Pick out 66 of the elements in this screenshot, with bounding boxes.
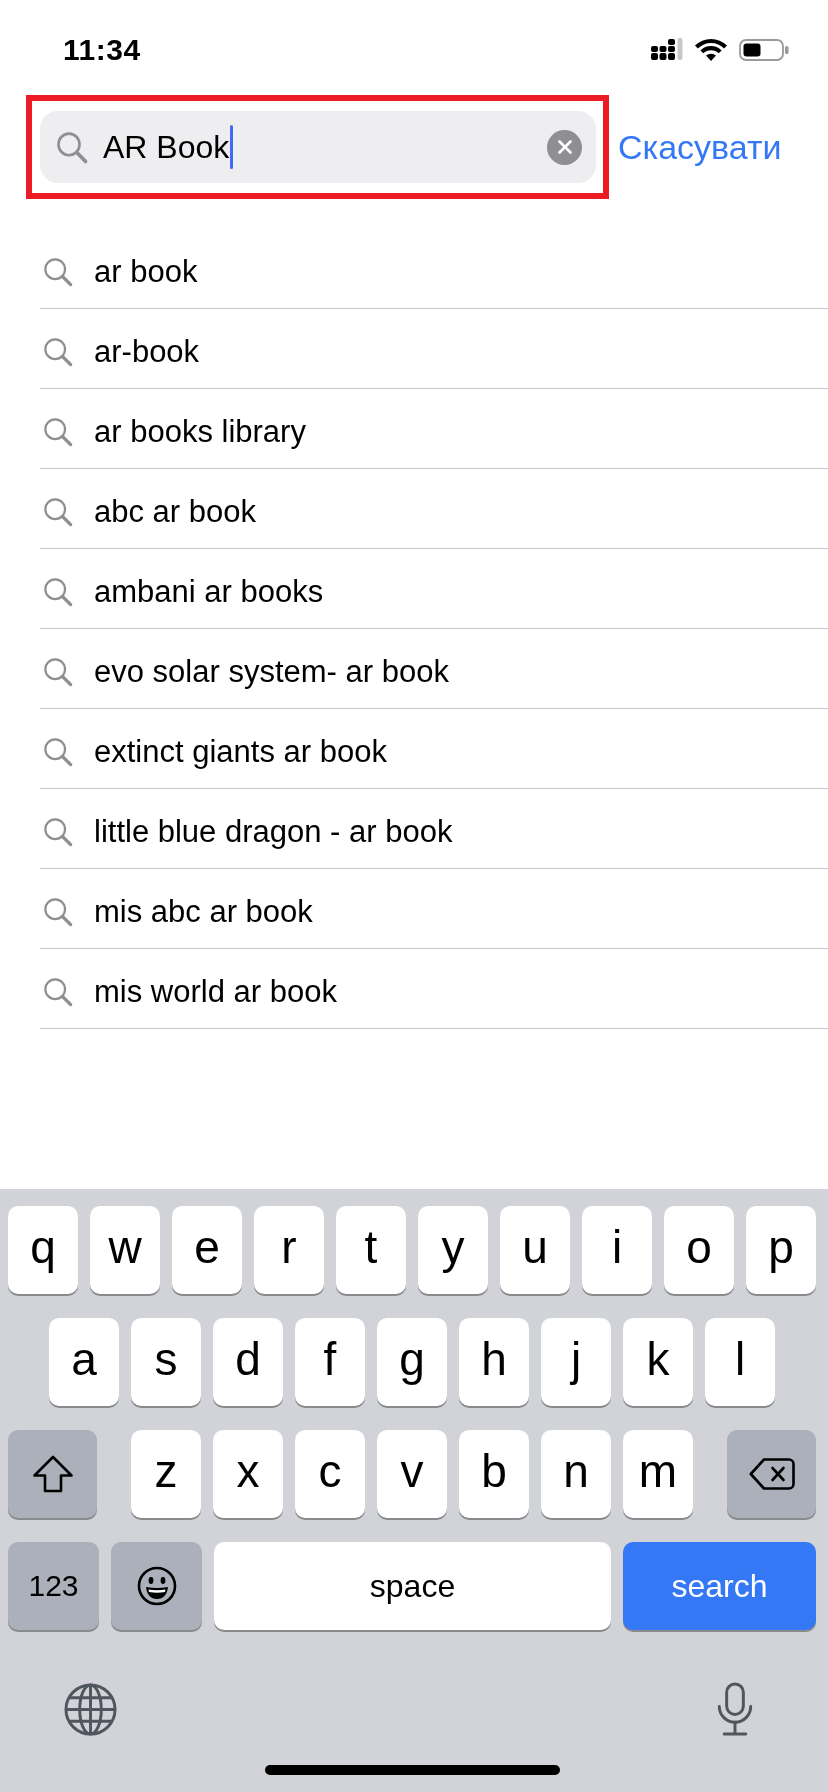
letter-key[interactable]: p [746,1206,816,1294]
clear-button[interactable] [547,129,582,165]
letter-key[interactable]: h [459,1318,529,1406]
search-icon [43,256,73,287]
suggestion-item[interactable]: extinct giants ar book [40,709,828,789]
letter-key[interactable]: o [664,1206,734,1294]
letter-key[interactable]: d [213,1318,283,1406]
letter-key[interactable]: n [541,1430,611,1518]
suggestion-item[interactable]: ar-book [40,309,828,389]
suggestion-item[interactable]: abc ar book [40,469,828,549]
letter-key[interactable]: l [705,1318,775,1406]
letter-key[interactable]: b [459,1430,529,1518]
letter-key[interactable]: k [623,1318,693,1406]
search-icon [43,416,73,447]
letter-key[interactable]: x [213,1430,283,1518]
suggestion-item[interactable]: evo solar system- ar book [40,629,828,709]
wifi-icon [695,38,727,61]
space-key[interactable]: space [214,1542,611,1630]
letter-key[interactable]: a [49,1318,119,1406]
search-icon [43,896,73,927]
search-icon [43,816,73,847]
letter-key[interactable]: u [500,1206,570,1294]
shift-icon [31,1455,74,1493]
shift-key[interactable] [8,1430,97,1518]
search-icon [43,736,73,767]
search-icon [43,336,73,367]
signal-icon [651,38,683,61]
suggestion-item[interactable]: ar books library [40,389,828,469]
emoji-key[interactable] [111,1542,202,1630]
letter-key[interactable]: y [418,1206,488,1294]
letter-key[interactable]: c [295,1430,365,1518]
letter-key[interactable]: j [541,1318,611,1406]
backspace-key[interactable] [727,1430,816,1518]
battery-icon [739,38,789,61]
suggestion-item[interactable]: mis world ar book [40,949,828,1029]
search-icon [43,976,73,1007]
suggestion-item[interactable]: ambani ar books [40,549,828,629]
search-field[interactable]: AR Book [40,111,596,183]
letter-key[interactable]: t [336,1206,406,1294]
smiley-icon [136,1566,177,1606]
letter-key[interactable]: e [172,1206,242,1294]
search-icon [43,656,73,687]
suggestion-item[interactable]: ar book [40,229,828,309]
letter-key[interactable]: m [623,1430,693,1518]
search-icon [43,576,73,607]
letter-key[interactable]: q [8,1206,78,1294]
search-icon [56,130,88,164]
letter-key[interactable]: z [131,1430,201,1518]
letter-key[interactable]: f [295,1318,365,1406]
close-icon [557,140,572,154]
cancel-button[interactable]: Скасувати [618,127,782,167]
backspace-icon [748,1458,795,1490]
letter-key[interactable]: r [254,1206,324,1294]
microphone-icon[interactable] [716,1682,754,1737]
letter-key[interactable]: s [131,1318,201,1406]
letter-key[interactable]: g [377,1318,447,1406]
search-icon [43,496,73,527]
clock-time: 11:34 [63,35,141,65]
search-key[interactable]: search [623,1542,816,1630]
globe-icon[interactable] [64,1683,117,1736]
numbers-key[interactable]: 123 [8,1542,99,1630]
suggestion-item[interactable]: mis abc ar book [40,869,828,949]
letter-key[interactable]: v [377,1430,447,1518]
suggestion-item[interactable]: little blue dragon - ar book [40,789,828,869]
letter-key[interactable]: w [90,1206,160,1294]
letter-key[interactable]: i [582,1206,652,1294]
